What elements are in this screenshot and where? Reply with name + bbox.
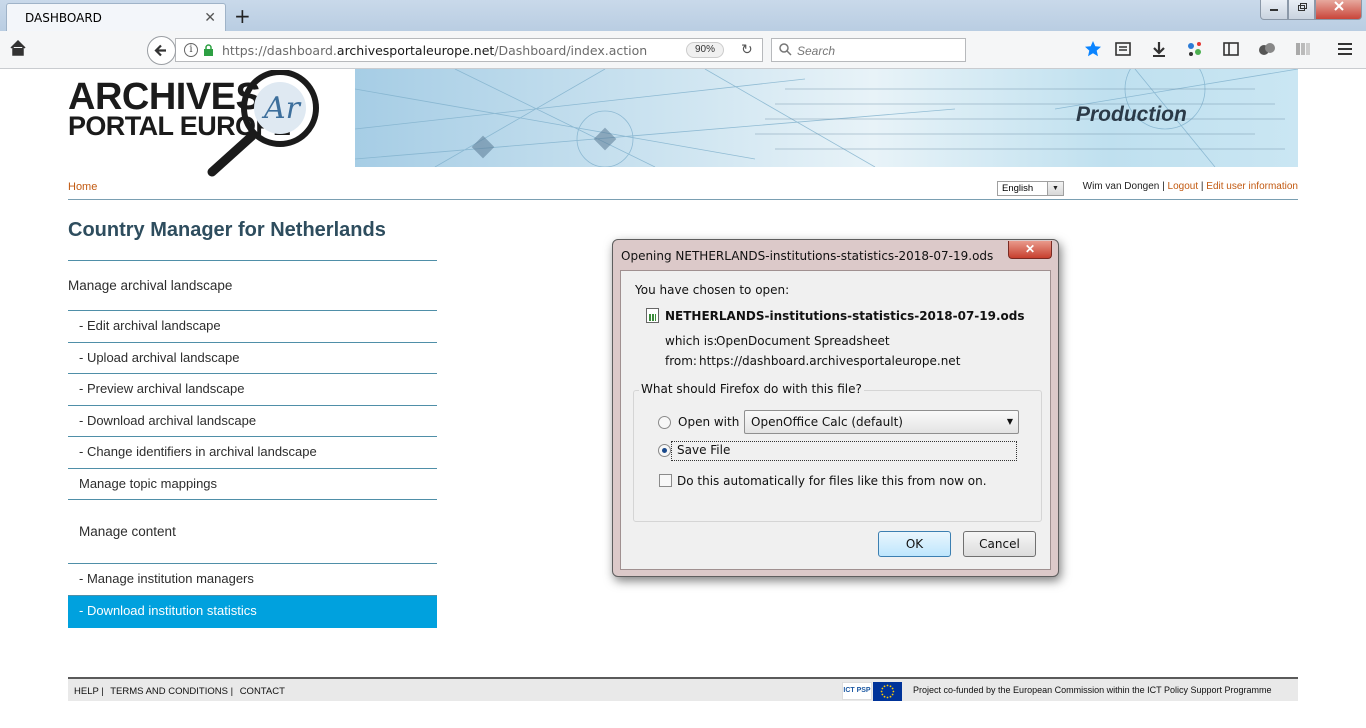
footer-funding-note: Project co-funded by the European Commis… [913,685,1272,695]
library-icon[interactable] [1294,40,1312,58]
window-close-button[interactable] [1315,0,1362,20]
menu-section-content: Manage content [68,499,437,563]
app-select-value: OpenOffice Calc (default) [751,415,903,429]
close-icon: ✕ [1024,242,1036,256]
download-dialog: Opening NETHERLANDS-institutions-statist… [612,239,1059,577]
header-banner: Production [355,69,1298,167]
sidebar-menu: Manage archival landscape - Edit archiva… [68,260,437,628]
spreadsheet-file-icon [646,308,659,323]
save-file-label[interactable]: Save File [677,443,730,457]
bookmark-star-icon[interactable] [1084,40,1102,58]
file-source-value: https://dashboard.archivesportaleurope.n… [699,354,961,368]
chevron-down-icon: ▼ [1047,182,1063,195]
url-text[interactable]: https://dashboard.archivesportaleurope.n… [222,43,647,58]
help-link[interactable]: HELP | [74,686,104,697]
reload-icon[interactable]: ↻ [741,41,753,58]
contact-link[interactable]: CONTACT [240,686,285,697]
back-arrow-icon [154,44,166,57]
file-type-value: OpenDocument Spreadsheet [716,334,890,348]
menu-item-upload-archival-landscape[interactable]: - Upload archival landscape [68,341,437,374]
dropdown-arrow-icon: ▼ [1006,417,1013,426]
restore-icon [1297,3,1307,11]
user-info: Wim van Dongen | Logout | Edit user info… [1082,181,1298,192]
menu-item-change-identifiers[interactable]: - Change identifiers in archival landsca… [68,436,437,468]
download-icon[interactable] [1150,40,1168,58]
sidebar-icon[interactable] [1222,40,1240,58]
window-minimize-button[interactable] [1260,0,1288,20]
save-file-radio[interactable] [658,444,671,457]
menu-item-download-archival-landscape[interactable]: - Download archival landscape [68,404,437,437]
auto-action-checkbox[interactable] [659,474,672,487]
user-name: Wim van Dongen [1082,181,1160,192]
menu-item-institution-statistics[interactable]: - Download institution statistics [68,594,437,628]
tab-close-icon[interactable]: ✕ [204,9,216,26]
page-title: Country Manager for Netherlands [68,219,386,241]
ok-button[interactable]: OK [878,531,951,557]
tab-title: DASHBOARD [25,11,102,25]
file-source-label: from: [665,354,697,368]
open-with-app-select[interactable]: OpenOffice Calc (default) ▼ [744,410,1019,434]
menu-item-institution-managers[interactable]: - Manage institution managers [68,563,437,595]
window-maximize-button[interactable] [1288,0,1315,20]
browser-toolbar: i https://dashboard.archivesportaleurope… [0,31,1366,69]
svg-text:Ar: Ar [261,91,302,126]
extension-icon[interactable] [1186,40,1204,58]
url-host: archivesportaleurope.net [336,43,495,58]
chosen-label: You have chosen to open: [635,283,790,297]
back-button[interactable] [147,36,176,65]
action-question: What should Firefox do with this file? [639,382,864,396]
url-bar[interactable]: i https://dashboard.archivesportaleurope… [175,38,763,62]
menu-item-topic-mappings[interactable]: Manage topic mappings [68,467,437,500]
auto-action-label[interactable]: Do this automatically for files like thi… [677,474,987,488]
cancel-button[interactable]: Cancel [963,531,1036,557]
language-select[interactable]: English ▼ [997,181,1064,196]
file-type-label: which is: [665,334,718,348]
sync-icon[interactable] [1258,40,1276,58]
lock-icon [204,44,213,56]
dialog-body: You have chosen to open: NETHERLANDS-ins… [620,270,1051,570]
menu-item-preview-archival-landscape[interactable]: - Preview archival landscape [68,373,437,405]
action-group: What should Firefox do with this file? O… [633,382,1042,522]
home-icon[interactable] [9,39,27,57]
menu-item-edit-archival-landscape[interactable]: - Edit archival landscape [68,310,437,342]
environment-label: Production [1076,103,1187,126]
info-icon[interactable]: i [184,43,198,57]
footer-links: HELP | TERMS AND CONDITIONS | CONTACT [74,686,289,697]
menu-icon[interactable] [1336,40,1354,58]
reading-list-icon[interactable] [1114,40,1132,58]
search-bar[interactable]: Search [771,38,966,62]
dialog-close-button[interactable]: ✕ [1008,241,1052,259]
ict-psp-logo: ICT PSP [842,682,872,700]
home-link[interactable]: Home [68,181,97,193]
search-icon [779,43,792,56]
top-nav: Home English ▼ Wim van Dongen | Logout |… [68,180,1298,200]
terms-link[interactable]: TERMS AND CONDITIONS | [110,686,233,697]
page-footer: HELP | TERMS AND CONDITIONS | CONTACT IC… [68,677,1298,701]
file-name: NETHERLANDS-institutions-statistics-2018… [665,309,1025,323]
dialog-title: Opening NETHERLANDS-institutions-statist… [621,249,994,263]
zoom-level-badge[interactable]: 90% [686,42,724,58]
open-with-radio[interactable] [658,416,671,429]
close-icon [1333,1,1344,11]
eu-flag-icon [873,682,902,701]
edit-user-link[interactable]: Edit user information [1206,181,1298,192]
browser-tab-strip: DASHBOARD ✕ + [0,0,1366,31]
language-value: English [1002,183,1034,194]
browser-tab[interactable]: DASHBOARD ✕ [6,3,226,31]
magnifier-logo-icon: Ar [207,70,319,177]
new-tab-button[interactable]: + [234,4,251,28]
minimize-icon [1270,9,1278,11]
search-placeholder: Search [797,44,836,58]
open-with-label[interactable]: Open with [678,415,739,429]
menu-section-archival-landscape: Manage archival landscape [68,260,437,310]
logout-link[interactable]: Logout [1168,181,1199,192]
